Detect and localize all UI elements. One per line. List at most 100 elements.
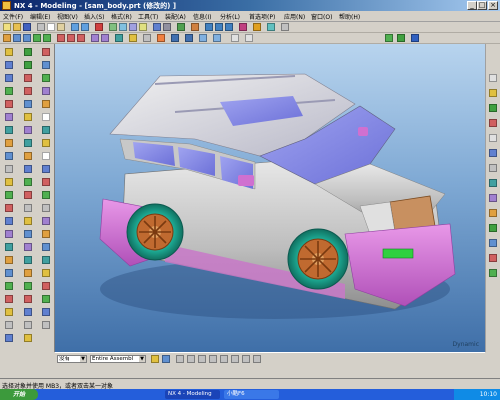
sew-icon[interactable] bbox=[24, 139, 32, 147]
point-icon[interactable] bbox=[5, 48, 13, 56]
block-icon[interactable] bbox=[33, 34, 41, 42]
menu-application[interactable]: 应用(N) bbox=[284, 12, 305, 21]
isoparam-curve-icon[interactable] bbox=[5, 282, 13, 290]
menu-information[interactable]: 信息(I) bbox=[193, 12, 211, 21]
component-icon[interactable] bbox=[245, 34, 253, 42]
vehicle-model[interactable] bbox=[55, 44, 485, 352]
grid-icon[interactable] bbox=[411, 34, 419, 42]
assembly-navigator-icon[interactable] bbox=[489, 89, 497, 97]
arc-icon[interactable] bbox=[5, 74, 13, 82]
snap-existing-point-icon[interactable] bbox=[253, 355, 261, 363]
process-studio-icon[interactable] bbox=[489, 179, 497, 187]
sweep-along-guide-icon[interactable] bbox=[42, 308, 50, 316]
spline-icon[interactable] bbox=[5, 87, 13, 95]
select-face-icon[interactable] bbox=[162, 355, 170, 363]
close-button[interactable]: × bbox=[488, 1, 498, 10]
manufacturing-wizard-icon[interactable] bbox=[489, 269, 497, 277]
wrap-geometry-icon[interactable] bbox=[42, 256, 50, 264]
draft-icon[interactable] bbox=[24, 217, 32, 225]
pad-icon[interactable] bbox=[42, 87, 50, 95]
law-curve-icon[interactable] bbox=[5, 308, 13, 316]
check-icon[interactable] bbox=[385, 34, 393, 42]
slot-icon[interactable] bbox=[42, 100, 50, 108]
scale-body-icon[interactable] bbox=[42, 204, 50, 212]
reuse-library-icon[interactable] bbox=[489, 119, 497, 127]
hole-icon[interactable] bbox=[42, 48, 50, 56]
snap-endpoint-icon[interactable] bbox=[176, 355, 184, 363]
boss-icon[interactable] bbox=[42, 61, 50, 69]
menu-assembly[interactable]: 装配(A) bbox=[165, 12, 186, 21]
paste-icon[interactable] bbox=[57, 23, 65, 31]
shell-icon[interactable] bbox=[115, 34, 123, 42]
copy-icon[interactable] bbox=[47, 23, 55, 31]
visual-effects-icon[interactable] bbox=[489, 224, 497, 232]
extrude-icon[interactable] bbox=[13, 34, 21, 42]
through-curves-icon[interactable] bbox=[24, 48, 32, 56]
undo-icon[interactable] bbox=[71, 23, 79, 31]
menu-format[interactable]: 格式(R) bbox=[111, 12, 132, 21]
thicken-icon[interactable] bbox=[24, 204, 32, 212]
minimize-button[interactable]: _ bbox=[467, 1, 477, 10]
save-icon[interactable] bbox=[23, 23, 31, 31]
view-iso-icon[interactable] bbox=[205, 23, 213, 31]
surface-icon[interactable] bbox=[157, 34, 165, 42]
rectangle-icon[interactable] bbox=[5, 191, 13, 199]
extract-geometry-icon[interactable] bbox=[42, 269, 50, 277]
snap-point-on-curve-icon[interactable] bbox=[242, 355, 250, 363]
zoom-icon[interactable] bbox=[119, 23, 127, 31]
type-filter-dropdown[interactable]: 没有 ▼ bbox=[57, 355, 87, 363]
shaded-icon[interactable] bbox=[153, 23, 161, 31]
helix-icon[interactable] bbox=[5, 139, 13, 147]
instance-feature-icon[interactable] bbox=[42, 321, 50, 329]
ellipse-icon[interactable] bbox=[5, 165, 13, 173]
system-materials-icon[interactable] bbox=[489, 164, 497, 172]
delete-icon[interactable] bbox=[95, 23, 103, 31]
view-top-icon[interactable] bbox=[215, 23, 223, 31]
options-icon[interactable] bbox=[281, 23, 289, 31]
wrap-curve-icon[interactable] bbox=[5, 295, 13, 303]
mirror-icon[interactable] bbox=[143, 34, 151, 42]
text-icon[interactable] bbox=[42, 113, 50, 121]
assembly-icon[interactable] bbox=[231, 34, 239, 42]
menu-file[interactable]: 文件(F) bbox=[3, 12, 23, 21]
apply-icon[interactable] bbox=[397, 34, 405, 42]
combine-curve-icon[interactable] bbox=[5, 321, 13, 329]
layer-icon[interactable] bbox=[177, 23, 185, 31]
surface-analysis-icon[interactable] bbox=[24, 308, 32, 316]
cut-icon[interactable] bbox=[37, 23, 45, 31]
reflection-icon[interactable] bbox=[24, 321, 32, 329]
sketch-icon[interactable] bbox=[3, 34, 11, 42]
section-curve-icon[interactable] bbox=[5, 256, 13, 264]
unite-icon[interactable] bbox=[57, 34, 65, 42]
split-body-icon[interactable] bbox=[42, 217, 50, 225]
through-mesh-icon[interactable] bbox=[24, 61, 32, 69]
menu-edit[interactable]: 编辑(E) bbox=[30, 12, 50, 21]
emboss-icon[interactable] bbox=[42, 178, 50, 186]
menu-preferences[interactable]: 首选项(P) bbox=[249, 12, 275, 21]
join-curve-icon[interactable] bbox=[5, 217, 13, 225]
rib-icon[interactable] bbox=[42, 139, 50, 147]
cylinder-icon[interactable] bbox=[43, 34, 51, 42]
i-form-icon[interactable] bbox=[24, 256, 32, 264]
roles-icon[interactable] bbox=[489, 194, 497, 202]
analysis-icon[interactable] bbox=[267, 23, 275, 31]
global-shaping-icon[interactable] bbox=[24, 269, 32, 277]
pocket-icon[interactable] bbox=[42, 74, 50, 82]
revolve-icon[interactable] bbox=[23, 34, 31, 42]
menu-analysis[interactable]: 分析(L) bbox=[220, 12, 240, 21]
selection-scope-dropdown[interactable]: Entire Assembl ▼ bbox=[90, 355, 146, 363]
constraint-navigator-icon[interactable] bbox=[489, 104, 497, 112]
enlarge-icon[interactable] bbox=[24, 295, 32, 303]
edge-blend-icon[interactable] bbox=[91, 34, 99, 42]
menu-window[interactable]: 窗口(O) bbox=[311, 12, 332, 21]
web-browser-icon[interactable] bbox=[489, 149, 497, 157]
offset-face-icon[interactable] bbox=[42, 191, 50, 199]
patch-body-icon[interactable] bbox=[42, 230, 50, 238]
offset-surface-icon[interactable] bbox=[24, 126, 32, 134]
menu-help[interactable]: 帮助(H) bbox=[339, 12, 360, 21]
line-icon[interactable] bbox=[5, 61, 13, 69]
graphics-viewport[interactable]: Dynamic bbox=[55, 44, 485, 352]
history-icon[interactable] bbox=[489, 134, 497, 142]
sheet-to-solid-icon[interactable] bbox=[42, 282, 50, 290]
redo-icon[interactable] bbox=[81, 23, 89, 31]
